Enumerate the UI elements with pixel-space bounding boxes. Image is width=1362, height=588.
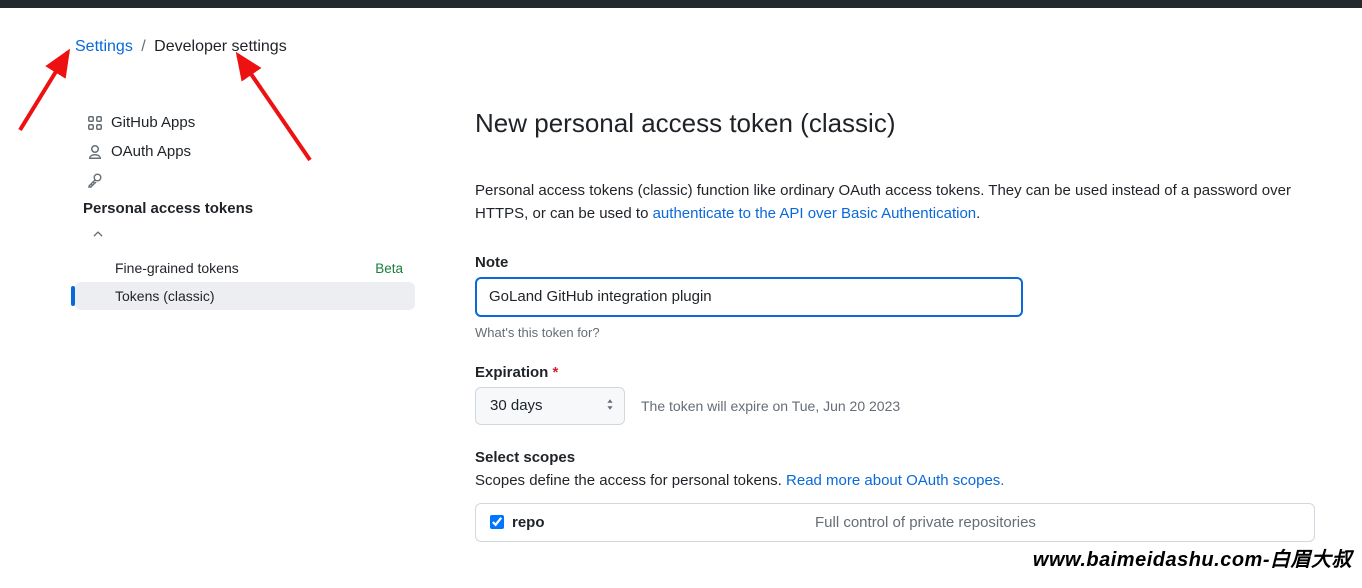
sidebar-subitem-label: Tokens (classic) (115, 288, 215, 304)
breadcrumb-settings-link[interactable]: Settings (75, 38, 133, 55)
sidebar-key-icon-row (75, 166, 415, 194)
breadcrumb-separator: / (141, 38, 145, 55)
sidebar-item-oauth-apps[interactable]: OAuth Apps (75, 137, 415, 166)
desc-text-2: . (976, 205, 980, 222)
sidebar-item-label: GitHub Apps (111, 114, 195, 131)
chevron-up-icon[interactable] (75, 223, 415, 254)
main-content: New personal access token (classic) Pers… (415, 108, 1315, 552)
key-icon (83, 172, 107, 188)
scope-checkbox-repo[interactable] (490, 515, 504, 529)
expiration-select[interactable]: 30 days (475, 387, 625, 425)
apps-icon (83, 115, 107, 131)
basic-auth-link[interactable]: authenticate to the API over Basic Authe… (653, 205, 977, 222)
top-bar (0, 0, 1362, 8)
breadcrumb: Settings / Developer settings (0, 8, 1362, 56)
sidebar: GitHub Apps OAuth Apps Personal access t… (75, 108, 415, 552)
person-icon (83, 144, 107, 160)
sidebar-subitem-fine-grained[interactable]: Fine-grained tokens Beta (75, 254, 415, 282)
watermark: www.baimeidashu.com-白眉大叔 (1033, 543, 1352, 572)
note-label: Note (475, 254, 1315, 271)
sidebar-header-label: Personal access tokens (83, 200, 253, 217)
sidebar-header-pat[interactable]: Personal access tokens (75, 194, 415, 223)
scope-row-repo: repo Full control of private repositorie… (476, 504, 1314, 541)
note-help-text: What's this token for? (475, 325, 1315, 340)
note-input[interactable] (475, 277, 1023, 317)
sidebar-subitem-tokens-classic[interactable]: Tokens (classic) (75, 282, 415, 310)
expiration-hint: The token will expire on Tue, Jun 20 202… (641, 398, 900, 414)
scopes-block: Select scopes Scopes define the access f… (475, 449, 1315, 542)
page-description: Personal access tokens (classic) functio… (475, 179, 1315, 226)
sidebar-subitem-label: Fine-grained tokens (115, 260, 239, 276)
scopes-learn-more-link[interactable]: Read more about OAuth scopes. (786, 472, 1004, 489)
scopes-description: Scopes define the access for personal to… (475, 472, 1315, 489)
beta-badge: Beta (375, 261, 403, 276)
sidebar-item-github-apps[interactable]: GitHub Apps (75, 108, 415, 137)
required-asterisk: * (553, 364, 559, 381)
expiration-label-text: Expiration (475, 364, 548, 381)
note-field-block: Note What's this token for? (475, 254, 1315, 340)
scope-name: repo (512, 514, 545, 531)
breadcrumb-current: Developer settings (154, 38, 287, 55)
page-title: New personal access token (classic) (475, 108, 1315, 139)
sidebar-item-label: OAuth Apps (111, 143, 191, 160)
expiration-block: Expiration * 30 days The token will expi… (475, 364, 1315, 425)
scopes-desc-text: Scopes define the access for personal to… (475, 472, 786, 489)
scopes-label: Select scopes (475, 449, 1315, 466)
expiration-label: Expiration * (475, 364, 1315, 381)
scope-description: Full control of private repositories (815, 514, 1036, 531)
scopes-table: repo Full control of private repositorie… (475, 503, 1315, 542)
expiration-select-wrap: 30 days (475, 387, 625, 425)
